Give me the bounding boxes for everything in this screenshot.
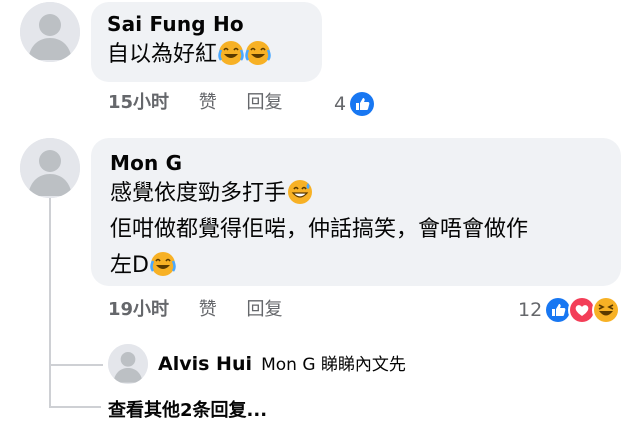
- comment-bubble: Mon G 感覺依度勁多打手 佢咁做都覺得佢啱，仲話搞笑，會唔會做作 左D: [91, 138, 621, 286]
- laugh-cry-emoji: [218, 40, 244, 66]
- comment-bubble: Sai Fung Ho 自以為好紅: [91, 2, 322, 82]
- comment-text: 自以為好紅: [107, 37, 322, 73]
- thread-line-vertical: [49, 198, 51, 408]
- reply-author[interactable]: Alvis Hui: [158, 353, 252, 375]
- haha-reaction-icon: [592, 296, 621, 324]
- reply-button[interactable]: 回复: [247, 298, 283, 322]
- comment-meta: 15小时 赞 回复: [108, 91, 283, 115]
- comment-text-line: 自以為好紅: [107, 42, 218, 67]
- avatar[interactable]: [20, 138, 80, 198]
- reaction-summary[interactable]: 4: [334, 90, 377, 118]
- comment-meta: 19小时 赞 回复: [108, 298, 283, 322]
- thread-line-branch-more: [49, 406, 101, 408]
- comment-author[interactable]: Mon G: [110, 150, 621, 176]
- thread-line-branch-reply: [49, 364, 103, 366]
- comment-text-line: 佢咁做都覺得佢啱，仲話搞笑，會唔會做作: [110, 217, 529, 242]
- comment-time[interactable]: 15小时: [108, 91, 169, 115]
- reaction-count: 12: [518, 299, 543, 321]
- laugh-cry-emoji: [150, 251, 176, 277]
- reply-text: Mon G 睇睇內文先: [261, 355, 406, 375]
- comment-text-line: 左D: [110, 253, 149, 278]
- comment-author[interactable]: Sai Fung Ho: [107, 11, 322, 37]
- comment-text-line: 感覺依度勁多打手: [110, 181, 287, 206]
- comment-time[interactable]: 19小时: [108, 298, 169, 322]
- reply-avatar[interactable]: [108, 344, 148, 384]
- comment-text: 感覺依度勁多打手 佢咁做都覺得佢啱，仲話搞笑，會唔會做作 左D: [110, 176, 621, 284]
- reaction-count: 4: [334, 93, 347, 115]
- like-button[interactable]: 赞: [199, 91, 217, 115]
- reply-preview[interactable]: Alvis Hui Mon G 睇睇內文先: [158, 350, 406, 375]
- reply-button[interactable]: 回复: [247, 91, 283, 115]
- like-reaction-icon: [348, 90, 377, 118]
- laugh-cry-emoji: [245, 40, 271, 66]
- view-more-replies-link[interactable]: 查看其他2条回复...: [108, 396, 267, 422]
- avatar[interactable]: [20, 2, 80, 62]
- reaction-summary[interactable]: 12: [518, 296, 621, 324]
- like-button[interactable]: 赞: [199, 298, 217, 322]
- grin-sweat-emoji: [287, 179, 313, 205]
